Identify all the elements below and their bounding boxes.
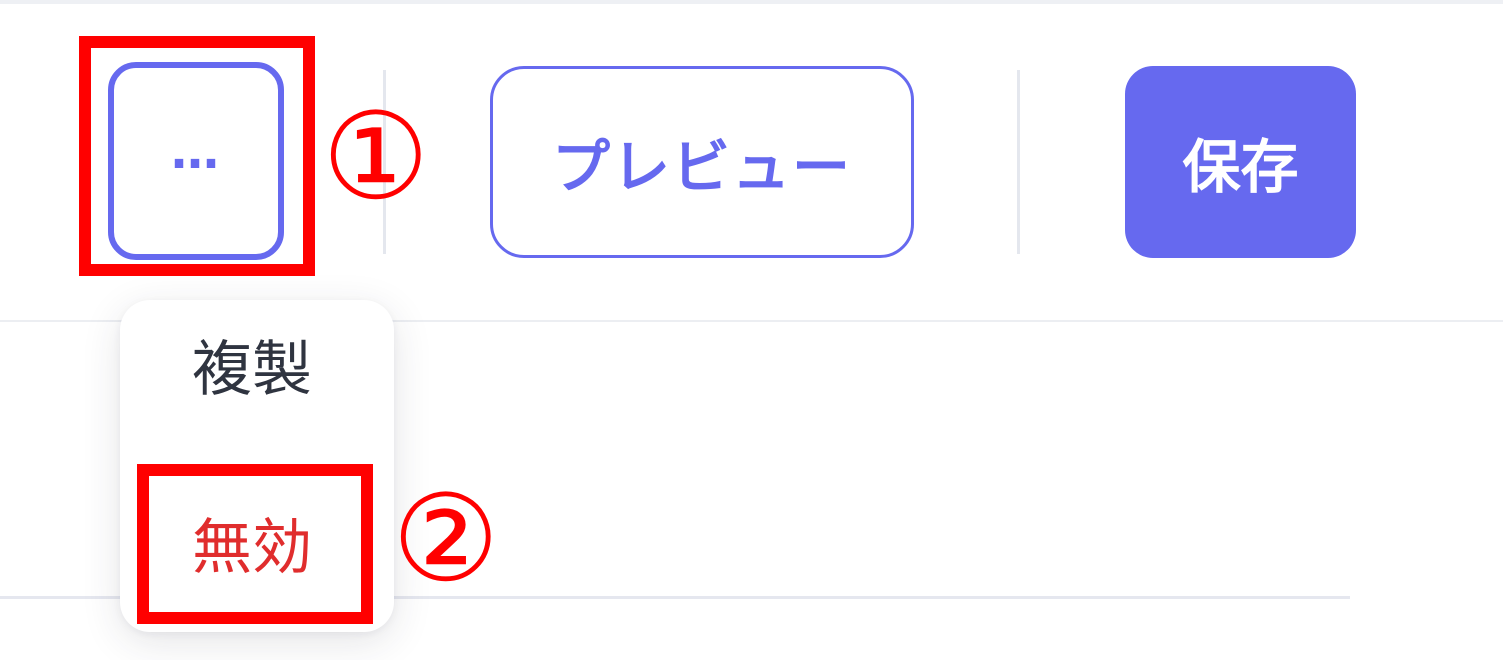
preview-button[interactable]: プレビュー	[490, 66, 914, 258]
annotation-highlight-box	[79, 36, 315, 276]
menu-item-duplicate[interactable]: 複製	[192, 340, 312, 400]
save-button[interactable]: 保存	[1125, 66, 1356, 258]
annotation-callout-1: ①	[322, 88, 430, 227]
annotation-callout-2: ②	[392, 470, 500, 609]
annotation-highlight-box	[137, 464, 373, 624]
toolbar-divider	[1017, 70, 1020, 254]
